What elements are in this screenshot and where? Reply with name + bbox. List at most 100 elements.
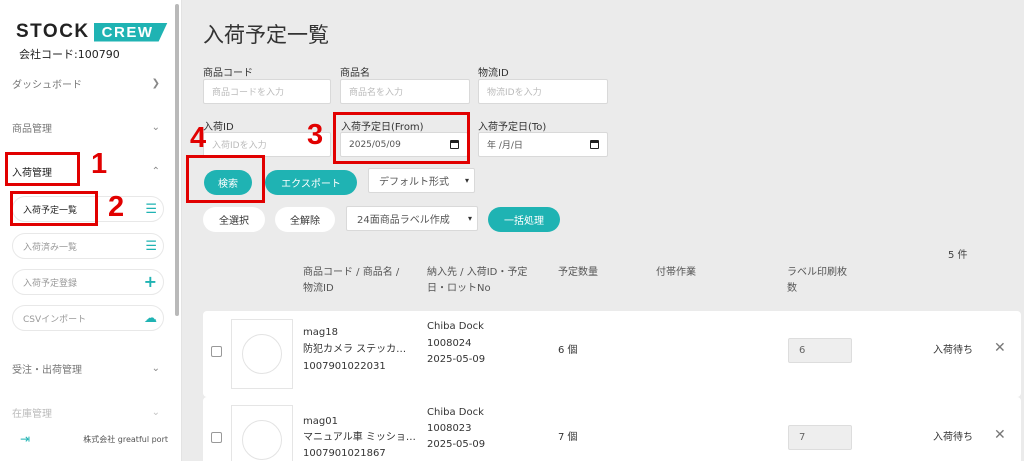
logistics-id: 1007901022031 (303, 361, 386, 372)
sidebar-subitem-label: CSVインポート (23, 314, 87, 325)
product-name-input[interactable]: 商品名を入力 (340, 79, 470, 104)
result-count: 5 件 (948, 250, 968, 261)
close-icon[interactable]: ✕ (994, 340, 1006, 356)
sidebar-item-label: 受注・出荷管理 (12, 364, 82, 376)
logout-icon[interactable]: ⇥ (20, 432, 30, 446)
image-placeholder-shape (242, 420, 282, 460)
sidebar-scrollbar[interactable] (175, 4, 179, 316)
annotation-box-3 (333, 112, 470, 164)
label-count-input[interactable]: 6 (788, 338, 852, 363)
sidebar-subitem-arrived-list[interactable]: 入荷済み一覧 ☰ (12, 233, 164, 259)
sidebar-item-label: 商品管理 (12, 123, 52, 135)
header-additional-work: 付帯作業 (656, 267, 696, 278)
company-code: 会社コード:100790 (19, 48, 120, 61)
destination: Chiba Dock (427, 321, 484, 332)
row-checkbox[interactable] (211, 346, 222, 357)
header-product-line2: 物流ID (303, 283, 334, 294)
header-label-count-line1: ラベル印刷枚 (787, 267, 847, 278)
product-name: マニュアル車 ミッショ… (303, 432, 416, 443)
image-placeholder-shape (242, 334, 282, 374)
date-to-input[interactable]: 年 /月/日 (478, 132, 608, 157)
annotation-box-4 (186, 155, 265, 203)
logistics-id-label: 物流ID (478, 68, 509, 79)
arrival-id: 1008023 (427, 423, 472, 434)
product-code: mag01 (303, 416, 338, 427)
annotation-number-2: 2 (108, 191, 125, 223)
deselect-all-button[interactable]: 全解除 (275, 207, 335, 232)
plus-icon: + (143, 272, 157, 291)
sidebar-item-label: ダッシュボード (12, 79, 82, 91)
product-code-label: 商品コード (203, 68, 253, 79)
sidebar-item-orders-shipping[interactable]: 受注・出荷管理 ⌄ (0, 353, 174, 383)
header-destination: 納入先 / 入荷ID・予定 日・ロットNo (427, 265, 527, 297)
header-destination-line2: 日・ロットNo (427, 283, 491, 294)
sidebar-footer: ⇥ 株式会社 greatful port (20, 432, 168, 446)
export-format-select[interactable]: デフォルト形式 ▾ (368, 168, 475, 193)
logo-stock-text: STOCK (16, 21, 90, 42)
row-checkbox[interactable] (211, 432, 222, 443)
logistics-id-input[interactable]: 物流IDを入力 (478, 79, 608, 104)
date-to-label: 入荷予定日(To) (478, 122, 547, 133)
date-to-value: 年 /月/日 (487, 141, 523, 151)
table-row: mag01 マニュアル車 ミッショ… 1007901021867 Chiba D… (203, 397, 1021, 461)
header-label-count-line2: 数 (787, 283, 797, 294)
sidebar-item-products[interactable]: 商品管理 ⌄ (0, 112, 174, 142)
logistics-id: 1007901021867 (303, 448, 386, 459)
select-all-button[interactable]: 全選択 (203, 207, 265, 232)
label-format-value: 24面商品ラベル作成 (357, 215, 450, 226)
chevron-down-icon: ⌄ (151, 121, 160, 133)
scheduled-qty: 7 個 (558, 432, 578, 443)
annotation-number-3: 3 (307, 119, 324, 151)
annotation-number-1: 1 (91, 148, 108, 180)
header-product-line1: 商品コード / 商品名 / (303, 267, 400, 278)
product-image (231, 319, 293, 389)
export-button[interactable]: エクスポート (265, 170, 357, 195)
close-icon[interactable]: ✕ (994, 427, 1006, 443)
page-title: 入荷予定一覧 (203, 23, 329, 47)
product-name-label: 商品名 (340, 68, 370, 79)
label-format-select[interactable]: 24面商品ラベル作成 ▾ (346, 206, 478, 231)
annotation-box-2 (10, 191, 98, 226)
sidebar-subitem-label: 入荷済み一覧 (23, 242, 78, 253)
chevron-down-icon: ⌄ (151, 362, 160, 374)
list-icon: ☰ (145, 201, 157, 217)
table-row: mag18 防犯カメラ ステッカ… 1007901022031 Chiba Do… (203, 311, 1021, 397)
list-icon: ☰ (145, 238, 157, 254)
sidebar-subitem-arrival-register[interactable]: 入荷予定登録 + (12, 269, 164, 295)
annotation-number-4: 4 (190, 122, 207, 154)
header-product: 商品コード / 商品名 / 物流ID (303, 265, 399, 297)
header-label-count: ラベル印刷枚 数 (787, 265, 847, 297)
product-code-input[interactable]: 商品コードを入力 (203, 79, 331, 104)
chevron-down-icon: ▾ (467, 214, 472, 223)
arrival-id-label: 入荷ID (203, 122, 234, 133)
destination: Chiba Dock (427, 407, 484, 418)
calendar-icon[interactable] (590, 140, 599, 149)
sidebar-item-dashboard[interactable]: ダッシュボード ❯ (0, 68, 174, 98)
annotation-box-1 (5, 152, 80, 186)
brand-logo[interactable]: STOCK CREW (16, 21, 168, 43)
cloud-upload-icon: ☁ (144, 310, 157, 326)
status-text: 入荷待ち (933, 345, 973, 356)
chevron-up-icon: ⌃ (151, 165, 160, 177)
sidebar-item-inventory[interactable]: 在庫管理 ⌄ (0, 397, 174, 427)
scheduled-qty: 6 個 (558, 345, 578, 356)
chevron-down-icon: ⌄ (151, 406, 160, 418)
sidebar-subitem-label: 入荷予定登録 (23, 278, 78, 289)
product-code: mag18 (303, 327, 338, 338)
status-text: 入荷待ち (933, 432, 973, 443)
header-qty: 予定数量 (558, 267, 598, 278)
sidebar-item-label: 在庫管理 (12, 408, 52, 420)
arrival-id: 1008024 (427, 338, 472, 349)
product-name: 防犯カメラ ステッカ… (303, 344, 407, 355)
arrival-date: 2025-05-09 (427, 439, 486, 450)
header-destination-line1: 納入先 / 入荷ID・予定 (427, 267, 528, 278)
logo-crew-text: CREW (93, 22, 168, 42)
bulk-process-button[interactable]: 一括処理 (488, 207, 560, 232)
sidebar-subitem-csv-import[interactable]: CSVインポート ☁ (12, 305, 164, 331)
footer-company-name: 株式会社 greatful port (83, 434, 168, 444)
arrival-date: 2025-05-09 (427, 354, 486, 365)
label-count-input[interactable]: 7 (788, 425, 852, 450)
product-image (231, 405, 293, 461)
chevron-right-icon: ❯ (151, 77, 160, 89)
sidebar: STOCK CREW 会社コード:100790 ダッシュボード ❯ 商品管理 ⌄… (0, 0, 182, 461)
